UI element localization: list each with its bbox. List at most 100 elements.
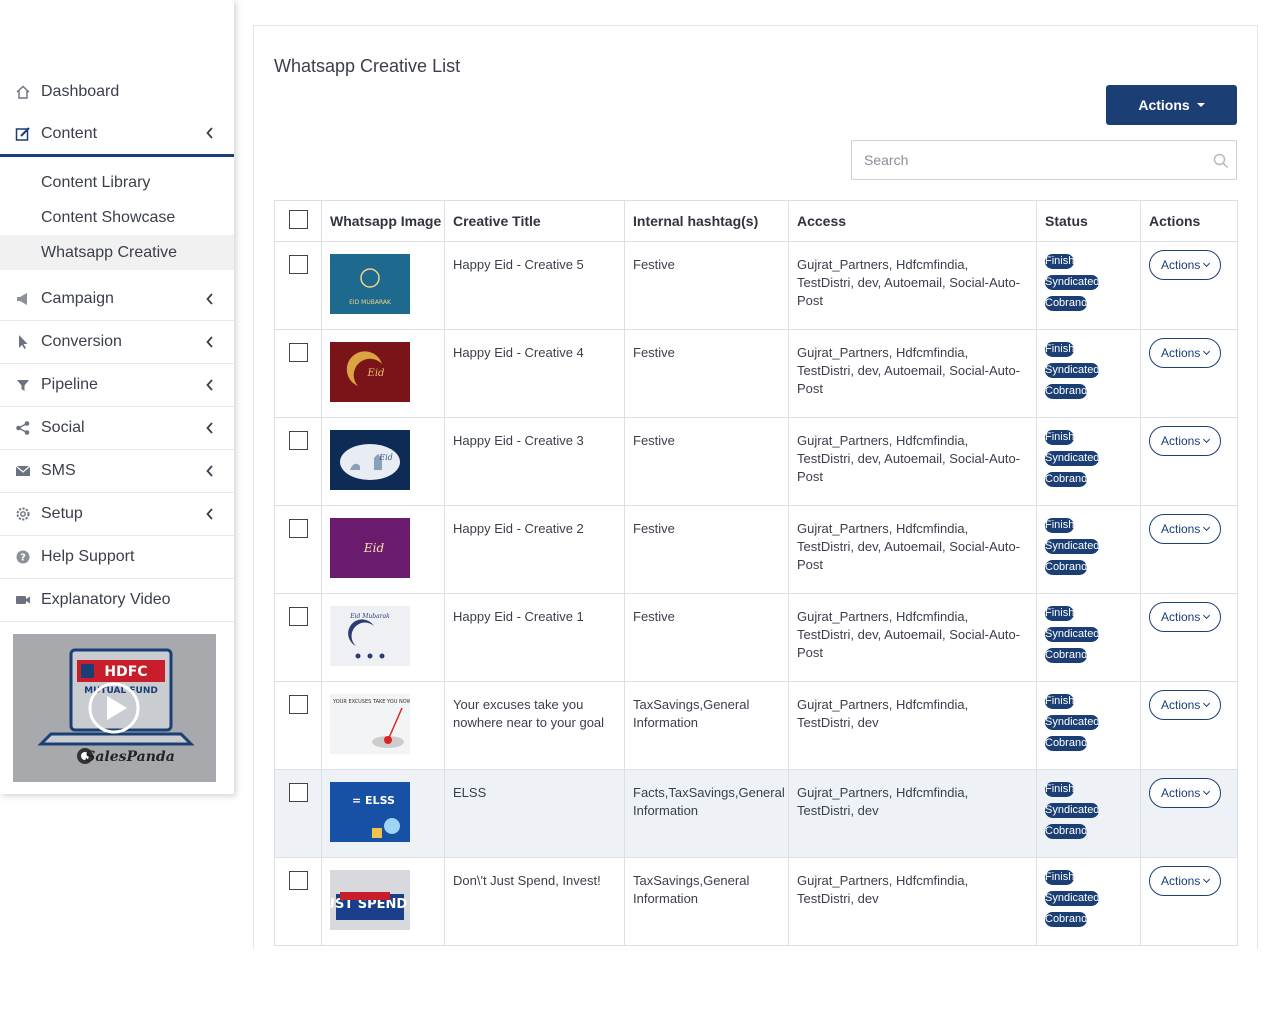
sidebar-subitem-content-library[interactable]: Content Library xyxy=(0,165,234,200)
creative-thumbnail[interactable]: Eid xyxy=(330,430,410,490)
row-actions-button[interactable]: Actions xyxy=(1149,602,1222,632)
table-row: = ELSS ELSS Facts,TaxSavings,General Inf… xyxy=(274,769,1238,858)
row-checkbox[interactable] xyxy=(288,343,308,362)
row-access: Gujrat_Partners, Hdfcmfindia, TestDistri… xyxy=(788,769,1037,858)
status-badge-finish: Finish xyxy=(1045,870,1075,885)
row-title: Happy Eid - Creative 1 xyxy=(444,593,625,682)
chevron-left-icon xyxy=(206,507,214,525)
status-badge-syndicated: Syndicated xyxy=(1045,363,1100,378)
status-badge-cobrand: Cobrand xyxy=(1045,472,1088,487)
row-hashtags: TaxSavings,General Information xyxy=(624,857,789,946)
sidebar: Dashboard Content Content Library Conten… xyxy=(0,0,234,794)
explanatory-video-player[interactable]: HDFC MUTUAL FUND SalesPanda xyxy=(13,634,216,782)
thumbnail-caption: EID MUBARAK xyxy=(349,299,392,306)
table-row: Eid Happy Eid - Creative 4 Festive Gujra… xyxy=(274,329,1238,418)
row-checkbox[interactable] xyxy=(288,695,308,714)
chevron-left-icon xyxy=(206,464,214,482)
row-title: ELSS xyxy=(444,769,625,858)
sidebar-item-label: Pipeline xyxy=(41,376,98,393)
row-checkbox[interactable] xyxy=(288,519,308,538)
creative-thumbnail[interactable]: = ELSS xyxy=(330,782,410,842)
row-image-cell: = ELSS xyxy=(321,769,445,858)
sidebar-item-sms[interactable]: SMS xyxy=(0,450,234,493)
row-checkbox[interactable] xyxy=(288,871,308,890)
row-actions-cell: Actions xyxy=(1140,241,1238,330)
row-hashtags: Festive xyxy=(624,329,789,418)
creative-thumbnail[interactable]: EID MUBARAK xyxy=(330,254,410,314)
row-actions-button[interactable]: Actions xyxy=(1149,514,1222,544)
row-actions-cell: Actions xyxy=(1140,329,1238,418)
row-checkbox[interactable] xyxy=(288,783,308,802)
row-title: Your excuses take you nowhere near to yo… xyxy=(444,681,625,770)
table-row: YOUR EXCUSES TAKE YOU NOWHERE NEAR TO YO… xyxy=(274,681,1238,770)
sidebar-item-social[interactable]: Social xyxy=(0,407,234,450)
edit-icon xyxy=(15,126,31,142)
row-select-cell xyxy=(274,505,322,594)
row-actions-button[interactable]: Actions xyxy=(1149,778,1222,808)
row-actions-label: Actions xyxy=(1161,698,1201,712)
row-actions-button[interactable]: Actions xyxy=(1149,426,1222,456)
sidebar-item-dashboard[interactable]: Dashboard xyxy=(0,70,234,113)
chevron-left-icon xyxy=(206,378,214,396)
row-status-cell: Finish Syndicated Cobrand xyxy=(1036,857,1141,946)
row-status-cell: Finish Syndicated Cobrand xyxy=(1036,593,1141,682)
row-checkbox[interactable] xyxy=(288,255,308,274)
row-checkbox[interactable] xyxy=(288,607,308,626)
table-header-row: Whatsapp Image Creative Title Internal h… xyxy=(274,200,1238,242)
table-row: Eid Mubarak Happy Eid - Creative 1 Festi… xyxy=(274,593,1238,682)
table-row: DON'T JUST SPEND INVEST! Don\'t Just Spe… xyxy=(274,857,1238,946)
chevron-down-icon xyxy=(1203,523,1211,532)
home-icon xyxy=(15,84,31,100)
status-badge-cobrand: Cobrand xyxy=(1045,560,1088,575)
column-header-image: Whatsapp Image xyxy=(321,200,445,242)
sidebar-subitem-whatsapp-creative[interactable]: Whatsapp Creative xyxy=(0,235,234,270)
bulk-actions-button[interactable]: Actions xyxy=(1106,85,1237,125)
status-badge-cobrand: Cobrand xyxy=(1045,384,1088,399)
chevron-down-icon xyxy=(1203,347,1211,356)
row-actions-button[interactable]: Actions xyxy=(1149,338,1222,368)
status-badge-syndicated: Syndicated xyxy=(1045,275,1100,290)
row-actions-button[interactable]: Actions xyxy=(1149,250,1222,280)
creative-thumbnail[interactable]: Eid xyxy=(330,342,410,402)
row-image-cell: Eid xyxy=(321,505,445,594)
chevron-down-icon xyxy=(1203,259,1211,268)
sidebar-item-pipeline[interactable]: Pipeline xyxy=(0,364,234,407)
filter-icon xyxy=(15,377,31,393)
sidebar-item-explanatory-video[interactable]: Explanatory Video xyxy=(0,579,234,622)
sidebar-subitem-label: Whatsapp Creative xyxy=(41,243,178,261)
search-input[interactable] xyxy=(851,140,1237,180)
row-status-cell: Finish Syndicated Cobrand xyxy=(1036,329,1141,418)
chevron-down-icon xyxy=(1203,611,1211,620)
creative-thumbnail[interactable]: Eid Mubarak xyxy=(330,606,410,666)
question-icon: ? xyxy=(15,549,31,565)
sidebar-item-campaign[interactable]: Campaign xyxy=(0,278,234,321)
row-actions-cell: Actions xyxy=(1140,681,1238,770)
creative-table: Whatsapp Image Creative Title Internal h… xyxy=(274,200,1238,946)
row-actions-button[interactable]: Actions xyxy=(1149,690,1222,720)
select-all-checkbox[interactable] xyxy=(288,210,308,229)
sidebar-item-help-support[interactable]: ? Help Support xyxy=(0,536,234,579)
chevron-down-icon xyxy=(1203,787,1211,796)
sidebar-item-content[interactable]: Content xyxy=(0,112,234,155)
sidebar-item-setup[interactable]: Setup xyxy=(0,493,234,536)
thumbnail-caption: Eid xyxy=(363,541,385,555)
creative-thumbnail[interactable]: Eid xyxy=(330,518,410,578)
creative-thumbnail[interactable]: YOUR EXCUSES TAKE YOU NOWHERE NEAR TO YO… xyxy=(330,694,410,754)
row-hashtags: Festive xyxy=(624,417,789,506)
row-actions-button[interactable]: Actions xyxy=(1149,866,1222,896)
row-checkbox[interactable] xyxy=(288,431,308,450)
row-actions-label: Actions xyxy=(1161,786,1201,800)
search-icon[interactable] xyxy=(1213,153,1229,174)
row-access: Gujrat_Partners, Hdfcmfindia, TestDistri… xyxy=(788,681,1037,770)
creative-thumbnail[interactable]: DON'T JUST SPEND INVEST! xyxy=(330,870,410,930)
sidebar-item-label: SMS xyxy=(41,462,76,479)
sidebar-item-conversion[interactable]: Conversion xyxy=(0,321,234,364)
row-image-cell: Eid Mubarak xyxy=(321,593,445,682)
row-actions-label: Actions xyxy=(1161,346,1201,360)
gear-icon xyxy=(15,506,31,522)
cursor-icon xyxy=(15,334,31,350)
sidebar-item-label: Explanatory Video xyxy=(41,591,171,608)
sidebar-subitem-content-showcase[interactable]: Content Showcase xyxy=(0,200,234,235)
chevron-left-icon xyxy=(206,292,214,310)
row-hashtags: Festive xyxy=(624,241,789,330)
